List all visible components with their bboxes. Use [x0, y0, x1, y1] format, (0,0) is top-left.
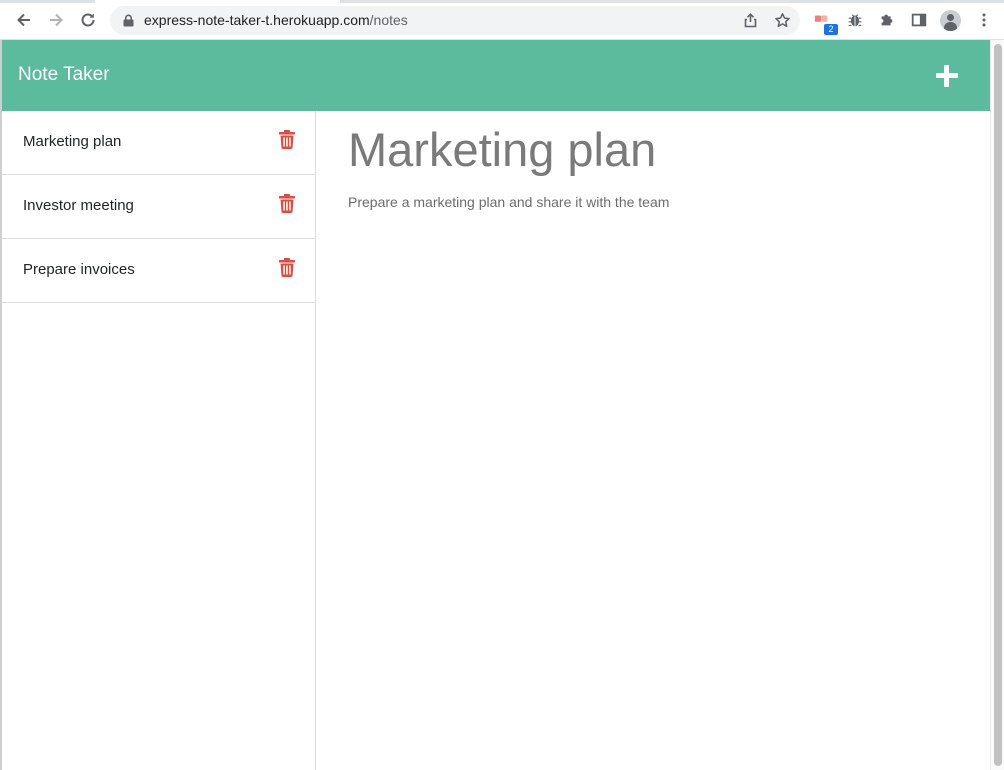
url-text[interactable]: express-note-taker-t.herokuapp.com/notes	[144, 12, 408, 29]
side-panel-icon[interactable]	[909, 10, 929, 30]
forward-arrow-icon	[50, 13, 63, 27]
back-arrow-icon	[17, 13, 30, 27]
note-list-item-title[interactable]: Marketing plan	[23, 133, 121, 151]
forward-button[interactable]	[45, 9, 67, 31]
note-list-item[interactable]: Investor meeting	[2, 175, 315, 239]
page-scrollbar[interactable]	[990, 40, 1004, 770]
extensions-puzzle-icon[interactable]	[877, 10, 897, 30]
more-menu-icon[interactable]	[974, 10, 994, 30]
bookmark-star-icon[interactable]	[774, 12, 791, 29]
url-path: /notes	[369, 12, 408, 28]
app-navbar: Note Taker	[2, 40, 990, 111]
trash-icon[interactable]	[279, 130, 295, 149]
extension-badge: 2	[824, 24, 838, 35]
note-list-item[interactable]: Prepare invoices	[2, 239, 315, 303]
page-content: Note Taker Marketing plan Investor meeti…	[2, 40, 990, 770]
note-detail: Marketing plan Prepare a marketing plan …	[348, 123, 968, 211]
browser-toolbar: express-note-taker-t.herokuapp.com/notes…	[0, 0, 1004, 40]
trash-icon[interactable]	[279, 194, 295, 213]
address-bar[interactable]: express-note-taker-t.herokuapp.com/notes	[110, 6, 800, 35]
tab-strip	[0, 0, 1004, 3]
reload-button[interactable]	[77, 9, 99, 31]
profile-avatar-icon[interactable]	[940, 10, 961, 31]
bug-extension-icon[interactable]	[845, 10, 865, 30]
active-tab[interactable]	[95, 0, 340, 3]
note-list-item[interactable]: Marketing plan	[2, 111, 315, 175]
lock-icon[interactable]	[123, 14, 134, 27]
url-host: express-note-taker-t.herokuapp.com	[144, 12, 370, 28]
note-title-field[interactable]: Marketing plan	[348, 123, 968, 177]
trash-icon[interactable]	[279, 258, 295, 277]
share-icon[interactable]	[742, 12, 759, 29]
note-list-item-title[interactable]: Investor meeting	[23, 197, 134, 215]
note-list-item-title[interactable]: Prepare invoices	[23, 261, 135, 279]
back-button[interactable]	[13, 9, 35, 31]
new-note-plus-icon[interactable]	[934, 63, 960, 89]
scrollbar-thumb[interactable]	[994, 44, 1002, 766]
reload-icon	[81, 13, 95, 27]
note-text-field[interactable]: Prepare a marketing plan and share it wi…	[348, 193, 968, 211]
notes-list: Marketing plan Investor meeting Prepare …	[2, 111, 316, 770]
app-title[interactable]: Note Taker	[18, 64, 110, 86]
